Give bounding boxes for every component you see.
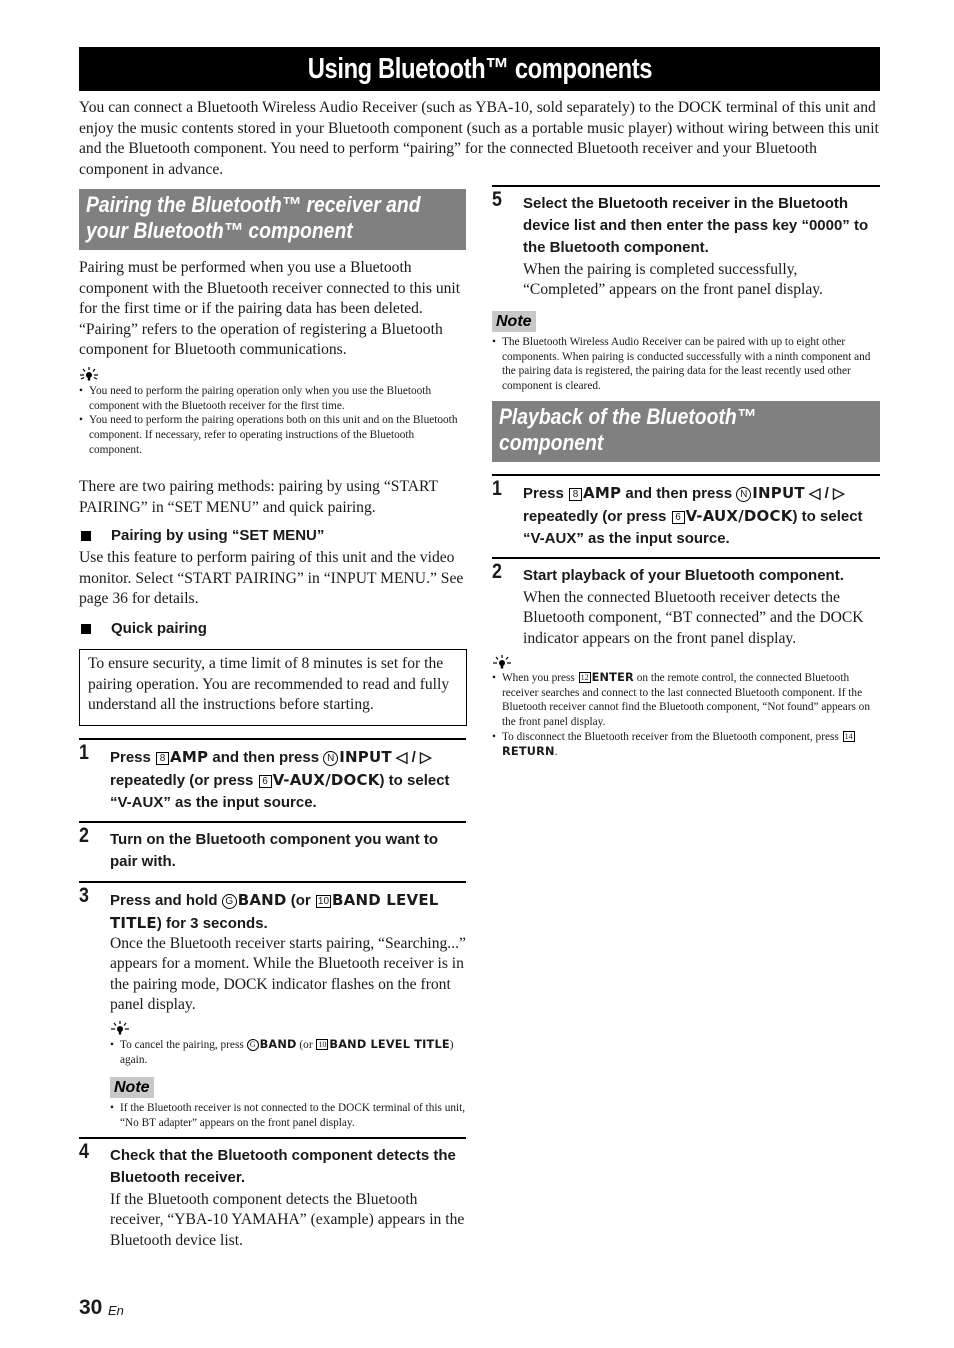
set-menu-subheading: Pairing by using “SET MENU” <box>79 527 324 544</box>
pairing-tips-list: You need to perform the pairing operatio… <box>79 384 466 458</box>
band-button-label: BAND <box>259 1038 297 1051</box>
text: Press and hold <box>110 892 222 909</box>
playback-step-1: 1 Press 8 AMP and then press N INPUT ◁ / ▷… <box>492 474 880 554</box>
heading-line-2: component <box>499 430 604 455</box>
step-number: 1 <box>79 741 89 764</box>
lightbulb-tip-icon <box>80 367 98 381</box>
step-3-note: If the Bluetooth receiver is not connect… <box>110 1101 466 1130</box>
step-instruction: Press 8 AMP and then press N INPUT ◁ / ▷ r… <box>110 746 466 814</box>
step-instruction: Check that the Bluetooth component detec… <box>110 1147 456 1186</box>
remote-key-12-icon: 12 <box>578 672 591 683</box>
step-number: 3 <box>79 884 89 907</box>
lightbulb-tip-icon <box>493 655 511 669</box>
step-number: 2 <box>79 824 89 847</box>
text: . <box>554 745 558 758</box>
v-aux-dock-button-label: V-AUX/DOCK <box>272 771 380 789</box>
quick-pairing-subheading: Quick pairing <box>79 620 207 637</box>
set-menu-body: Use this feature to perform pairing of t… <box>79 549 464 607</box>
square-bullet-icon <box>81 530 91 541</box>
text: (or <box>296 1039 316 1051</box>
pairing-section-heading: Pairing the Bluetooth™ receiver and your… <box>79 189 466 250</box>
remote-key-g-icon: G <box>221 894 237 909</box>
remote-key-14-icon: 14 <box>842 730 855 742</box>
remote-key-10-icon: 10 <box>315 895 332 908</box>
quick-pairing-heading-text: Quick pairing <box>111 620 207 637</box>
band-level-title-button-label: BAND LEVEL TITLE <box>329 1038 450 1051</box>
heading-line-1: Pairing the Bluetooth™ receiver and <box>86 192 421 217</box>
set-menu-heading-text: Pairing by using “SET MENU” <box>111 527 325 544</box>
step-detail: Once the Bluetooth receiver starts pairi… <box>110 935 466 1013</box>
pairing-step-5: 5 Select the Bluetooth receiver in the B… <box>492 185 880 305</box>
lightbulb-tip-icon <box>111 1021 129 1035</box>
tip-item: You need to perform the pairing operatio… <box>79 384 466 413</box>
pairing-methods-text: There are two pairing methods: pairing b… <box>79 478 438 516</box>
remote-key-10-icon: 10 <box>316 1039 329 1050</box>
remote-key-8-icon: 8 <box>156 752 170 765</box>
note-item: The Bluetooth Wireless Audio Receiver ca… <box>492 335 880 394</box>
amp-button-label: AMP <box>170 748 209 766</box>
return-button-label: RETURN <box>502 744 555 758</box>
step-instruction: Press 8 AMP and then press N INPUT ◁ / ▷ r… <box>523 482 880 550</box>
text: Press <box>110 749 156 766</box>
pairing-step-2: 2 Turn on the Bluetooth component you wa… <box>79 821 466 876</box>
text: and then press <box>208 749 324 766</box>
v-aux-dock-button-label: V-AUX/DOCK <box>685 507 793 525</box>
remote-key-n-icon: N <box>736 487 752 502</box>
text: To cancel the pairing, press <box>120 1039 247 1051</box>
step-number: 5 <box>492 188 502 211</box>
page-title: Using Bluetooth™ components <box>307 52 652 85</box>
intro-paragraph: You can connect a Bluetooth Wireless Aud… <box>79 99 879 178</box>
step-3-tips: To cancel the pairing, press GBAND (or 1… <box>110 1038 466 1067</box>
pairing-step-4: 4 Check that the Bluetooth component det… <box>79 1137 466 1257</box>
remote-key-6-icon: 6 <box>258 775 272 788</box>
tip-item: You need to perform the pairing operatio… <box>79 413 466 457</box>
remote-key-g-icon: G <box>246 1039 259 1051</box>
note-label: Note <box>492 311 536 332</box>
remote-key-8-icon: 8 <box>569 488 583 501</box>
playback-section-heading: Playback of the Bluetooth™ component <box>492 401 880 462</box>
input-button-label: INPUT <box>752 484 805 502</box>
input-button-label: INPUT <box>339 748 392 766</box>
step-instruction: Start playback of your Bluetooth compone… <box>523 567 844 584</box>
step-number: 1 <box>492 477 502 500</box>
text: and then press <box>621 485 737 502</box>
enter-button-label: ENTER <box>591 671 634 684</box>
pairing-step-3: 3 Press and hold G BAND (or 10 BAND LEVEL … <box>79 881 466 1136</box>
text: To disconnect the Bluetooth receiver fro… <box>502 730 842 743</box>
page-language: En <box>108 1303 124 1318</box>
square-bullet-icon <box>81 623 91 634</box>
text: ) for 3 seconds. <box>156 915 268 932</box>
remote-key-n-icon: N <box>323 751 339 766</box>
text: Press <box>523 485 569 502</box>
heading-line-1: Playback of the Bluetooth™ <box>499 404 757 429</box>
step-detail: When the pairing is completed successful… <box>523 261 823 299</box>
pairing-step-1: 1 Press 8 AMP and then press N INPUT ◁ / ▷… <box>79 738 466 818</box>
amp-button-label: AMP <box>583 484 622 502</box>
tip-item: To cancel the pairing, press GBAND (or 1… <box>110 1038 466 1067</box>
text: When you press <box>502 672 578 684</box>
band-button-label: BAND <box>237 891 287 909</box>
tip-item: To disconnect the Bluetooth receiver fro… <box>492 730 880 759</box>
playback-tips-list: When you press 12ENTER on the remote con… <box>492 671 880 759</box>
step-detail: When the connected Bluetooth receiver de… <box>523 589 864 647</box>
playback-step-2: 2 Start playback of your Bluetooth compo… <box>492 557 880 652</box>
note-item: If the Bluetooth receiver is not connect… <box>110 1101 466 1130</box>
remote-key-6-icon: 6 <box>671 511 685 524</box>
step-5-note: The Bluetooth Wireless Audio Receiver ca… <box>492 335 880 394</box>
step-number: 2 <box>492 560 502 583</box>
security-caution-box: To ensure security, a time limit of 8 mi… <box>79 649 467 726</box>
note-label: Note <box>110 1077 154 1098</box>
step-instruction: Turn on the Bluetooth component you want… <box>110 831 439 870</box>
pairing-intro: Pairing must be performed when you use a… <box>79 259 461 358</box>
step-detail: If the Bluetooth component detects the B… <box>110 1191 465 1249</box>
step-instruction: Select the Bluetooth receiver in the Blu… <box>523 195 869 256</box>
heading-line-2: your Bluetooth™ component <box>86 218 353 243</box>
step-instruction: Press and hold G BAND (or 10 BAND LEVEL TI… <box>110 889 466 935</box>
page-title-bar: Using Bluetooth™ components <box>79 47 880 91</box>
step-number: 4 <box>79 1140 89 1163</box>
text: (or <box>286 892 315 909</box>
page-number: 30 <box>79 1296 103 1319</box>
tip-item: When you press 12ENTER on the remote con… <box>492 671 880 730</box>
